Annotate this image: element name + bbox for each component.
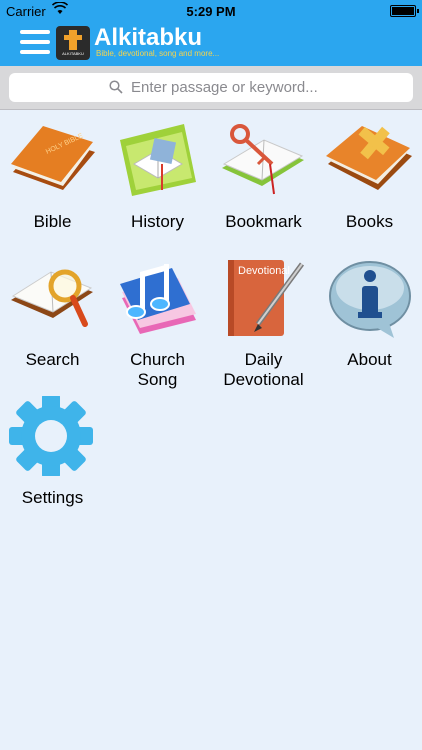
- tile-history[interactable]: History: [105, 112, 210, 244]
- status-bar: Carrier 5:29 PM: [0, 0, 422, 22]
- tile-label-line2: Song: [137, 370, 178, 389]
- tile-label: Settings: [21, 488, 84, 507]
- logo-text: ALKITABKU: [62, 51, 84, 56]
- tile-label: Books: [345, 212, 394, 231]
- tile-settings[interactable]: Settings: [0, 388, 105, 520]
- tile-label: Bible: [33, 212, 72, 231]
- bible-book-icon: HOLY BIBLE: [11, 126, 95, 190]
- devotional-book-text: Devotional: [238, 265, 290, 277]
- books-cross-icon: [326, 126, 412, 190]
- tile-label: Search: [25, 350, 80, 369]
- tile-books[interactable]: Books: [317, 112, 422, 244]
- cross-icon: [64, 30, 82, 50]
- tile-label: Bookmark: [225, 212, 302, 231]
- search-magnifier-icon: [11, 269, 93, 327]
- tile-search[interactable]: Search: [0, 250, 105, 382]
- history-bookmark-icon: [120, 124, 196, 196]
- app-title: Alkitabku: [94, 24, 203, 51]
- tile-label-line2: Devotional: [223, 370, 304, 389]
- tile-church-song[interactable]: Church Song: [105, 250, 210, 389]
- header-bar: Carrier 5:29 PM ALKITABKU Alkitabku Bibl…: [0, 0, 422, 66]
- daily-devotional-icon: Devotional: [228, 260, 305, 336]
- search-bar: [0, 66, 422, 110]
- app-subtitle: Bible, devotional, song and more...: [96, 49, 220, 58]
- battery-icon: [390, 5, 419, 17]
- about-info-icon: [329, 261, 411, 338]
- tile-label: History: [131, 212, 184, 231]
- tile-label: About: [347, 350, 392, 369]
- search-box[interactable]: [9, 73, 413, 102]
- tile-about[interactable]: About: [317, 250, 422, 382]
- tile-daily-devotional[interactable]: Devotional Daily Devotional: [211, 250, 316, 389]
- tile-bookmark[interactable]: Bookmark: [211, 112, 316, 244]
- settings-gear-icon: [9, 396, 93, 476]
- bookmark-key-icon: [222, 124, 304, 195]
- search-input[interactable]: [131, 77, 401, 98]
- hamburger-menu-icon[interactable]: [20, 30, 50, 54]
- church-song-icon: [120, 264, 196, 334]
- app-logo: ALKITABKU: [56, 26, 90, 60]
- tile-label-line1: Daily: [244, 350, 283, 369]
- search-icon: [109, 80, 123, 94]
- tile-label-line1: Church: [130, 350, 185, 369]
- status-time: 5:29 PM: [186, 4, 236, 19]
- tile-bible[interactable]: HOLY BIBLE Bible: [0, 112, 105, 244]
